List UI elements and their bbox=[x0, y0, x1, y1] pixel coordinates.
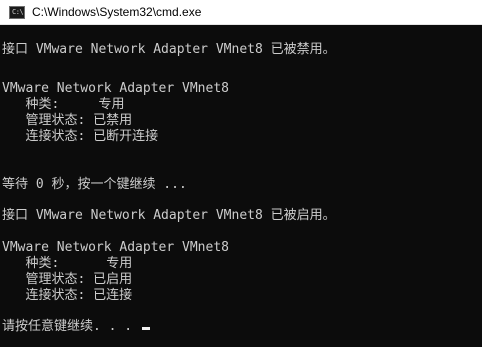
console-line: 接口 VMware Network Adapter VMnet8 已被启用。 bbox=[2, 208, 336, 223]
console-prompt-line: 请按任意键继续. . . bbox=[2, 319, 150, 335]
console-prompt-text: 请按任意键继续. . . bbox=[2, 319, 140, 334]
console-line: 种类: 专用 bbox=[2, 97, 125, 112]
cmd-window: C:\ C:\Windows\System32\cmd.exe 接口 VMwar… bbox=[0, 0, 482, 347]
console-line: 连接状态: 已断开连接 bbox=[2, 129, 159, 144]
console-line: 连接状态: 已连接 bbox=[2, 288, 133, 303]
console-line: 管理状态: 已禁用 bbox=[2, 113, 133, 128]
text-cursor bbox=[141, 327, 150, 330]
console-line: VMware Network Adapter VMnet8 bbox=[2, 240, 229, 255]
console-line: VMware Network Adapter VMnet8 bbox=[2, 81, 229, 96]
console-line: 等待 0 秒，按一个键继续 ... bbox=[2, 177, 187, 192]
title-bar[interactable]: C:\ C:\Windows\System32\cmd.exe bbox=[0, 0, 482, 25]
console-line: 接口 VMware Network Adapter VMnet8 已被禁用。 bbox=[2, 42, 336, 57]
window-title: C:\Windows\System32\cmd.exe bbox=[32, 5, 202, 19]
console-output[interactable]: 接口 VMware Network Adapter VMnet8 已被禁用。 V… bbox=[0, 25, 482, 347]
cmd-app-icon: C:\ bbox=[9, 6, 25, 19]
console-line: 种类: 专用 bbox=[2, 256, 133, 271]
console-line: 管理状态: 已启用 bbox=[2, 272, 133, 287]
